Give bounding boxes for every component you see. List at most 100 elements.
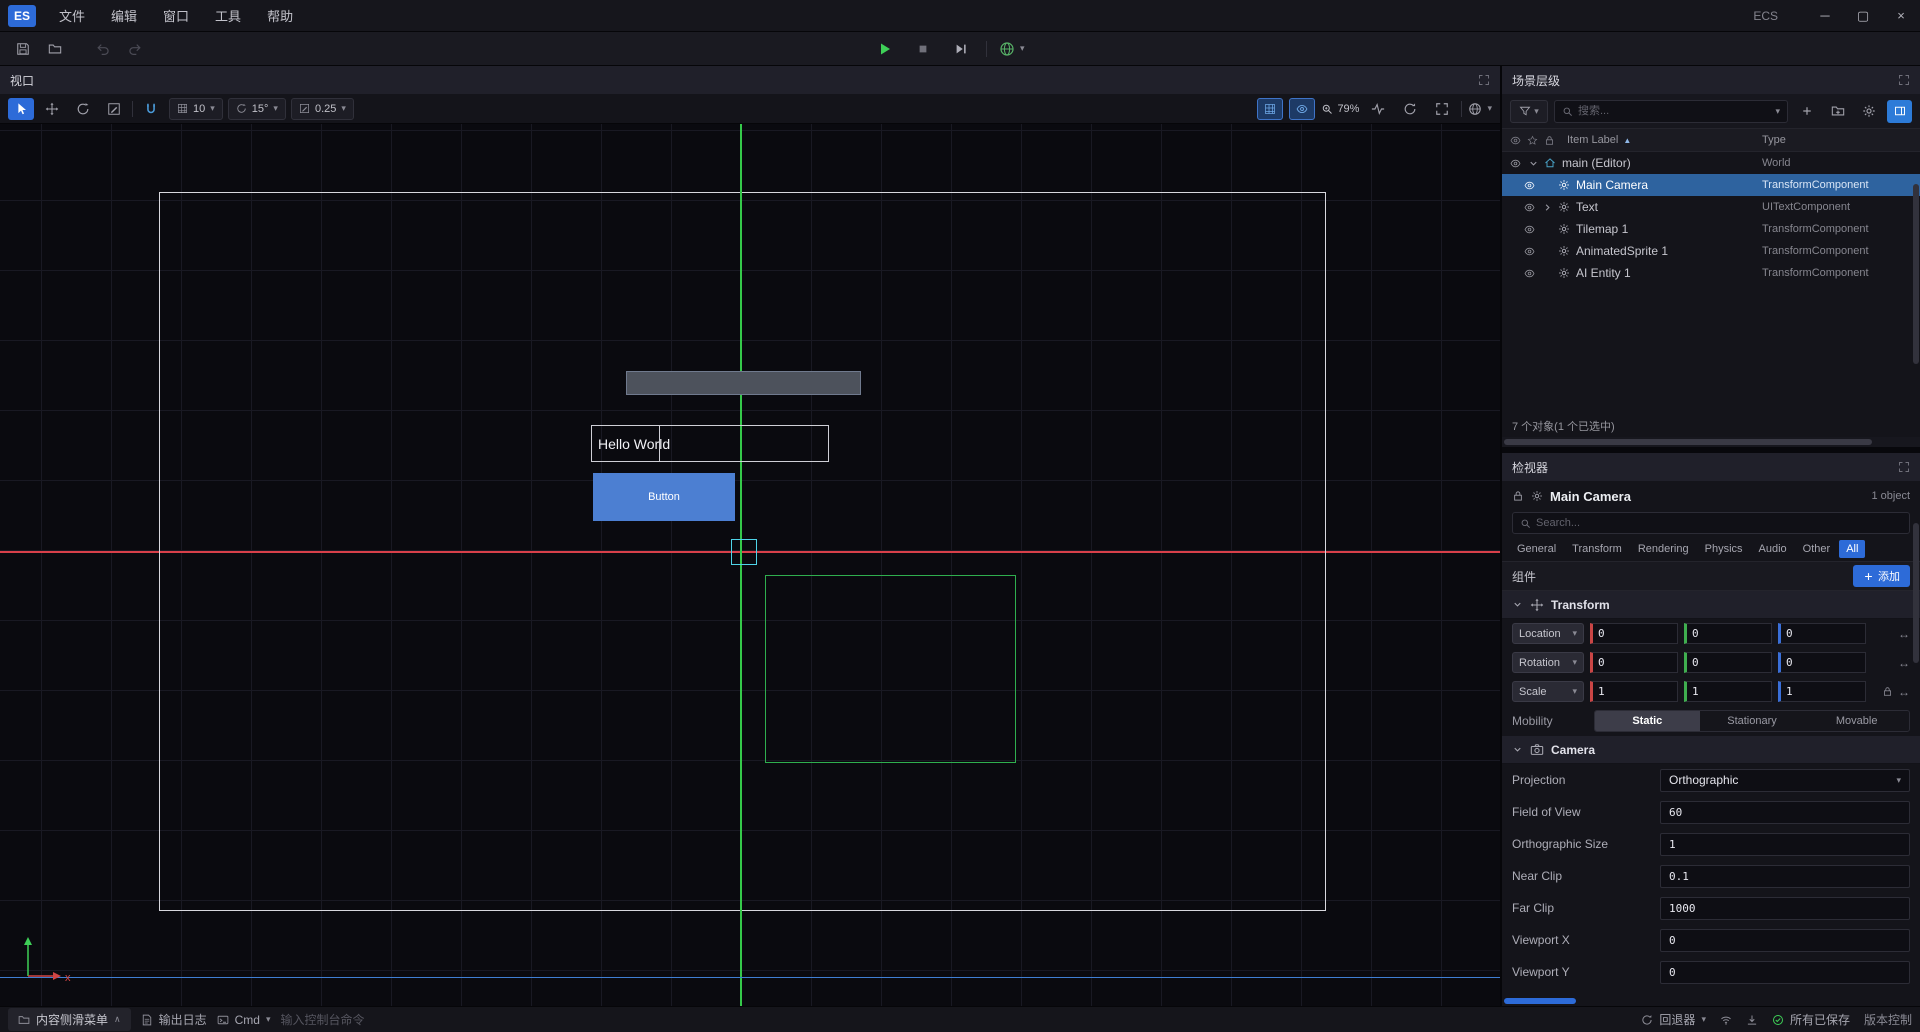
lock-scale-icon[interactable]: [1882, 686, 1893, 697]
fullscreen-button[interactable]: [1429, 98, 1455, 120]
scale-tool-button[interactable]: [101, 98, 127, 120]
inspector-search[interactable]: [1512, 512, 1910, 534]
transform-section-header[interactable]: Transform: [1502, 591, 1920, 619]
location-z-field[interactable]: [1778, 623, 1866, 644]
save-button[interactable]: [10, 37, 36, 61]
history-dropdown[interactable]: 回退器 ▾: [1641, 1011, 1706, 1028]
scale-z-field[interactable]: [1778, 681, 1866, 702]
platform-selector[interactable]: ▾: [999, 41, 1025, 57]
field-of-view-input[interactable]: [1661, 806, 1909, 819]
visibility-eye-icon[interactable]: [1524, 246, 1542, 257]
content-drawer-button[interactable]: 内容侧滑菜单 ∧: [8, 1008, 131, 1031]
rotation-z-field[interactable]: [1778, 652, 1866, 673]
expand-icon[interactable]: [1898, 74, 1910, 86]
mobility-stationary[interactable]: Stationary: [1700, 711, 1805, 731]
menu-tools[interactable]: 工具: [202, 0, 254, 31]
location-y-input[interactable]: [1687, 627, 1771, 640]
add-entity-button[interactable]: [1794, 100, 1819, 123]
scale-y-field[interactable]: [1684, 681, 1772, 702]
rotate-snap-dropdown[interactable]: 15° ▾: [228, 98, 286, 120]
hierarchy-row-text[interactable]: Text UITextComponent: [1502, 196, 1920, 218]
rotation-y-field[interactable]: [1684, 652, 1772, 673]
scale-y-input[interactable]: [1687, 685, 1771, 698]
link-axes-icon[interactable]: ↔: [1898, 685, 1910, 699]
mobility-movable[interactable]: Movable: [1804, 711, 1909, 731]
minimize-button[interactable]: ─: [1806, 0, 1844, 31]
visibility-button[interactable]: [1289, 98, 1315, 120]
tab-physics[interactable]: Physics: [1698, 540, 1750, 558]
menu-edit[interactable]: 编辑: [98, 0, 150, 31]
tab-transform[interactable]: Transform: [1565, 540, 1629, 558]
hierarchy-row-main-editor[interactable]: main (Editor) World: [1502, 152, 1920, 174]
gear-icon[interactable]: [1531, 490, 1543, 502]
text-widget[interactable]: Hello World: [591, 425, 829, 462]
hierarchy-horizontal-scrollbar[interactable]: [1502, 437, 1920, 447]
location-z-input[interactable]: [1781, 627, 1865, 640]
rotation-z-input[interactable]: [1781, 656, 1865, 669]
hierarchy-row-ai-entity-1[interactable]: AI Entity 1 TransformComponent: [1502, 262, 1920, 284]
near-clip-input[interactable]: [1661, 870, 1909, 883]
version-control-button[interactable]: 版本控制: [1864, 1011, 1912, 1028]
show-grid-button[interactable]: [1257, 98, 1283, 120]
download-icon[interactable]: [1746, 1014, 1758, 1026]
hierarchy-row-tilemap-1[interactable]: Tilemap 1 TransformComponent: [1502, 218, 1920, 240]
add-component-button[interactable]: 添加: [1853, 565, 1910, 587]
location-mode-dropdown[interactable]: Location ▾: [1512, 623, 1584, 644]
tab-all[interactable]: All: [1839, 540, 1865, 558]
undo-button[interactable]: [90, 37, 116, 61]
visibility-eye-icon[interactable]: [1524, 180, 1542, 191]
camera-section-header[interactable]: Camera: [1502, 736, 1920, 764]
scale-x-input[interactable]: [1593, 685, 1677, 698]
hierarchy-row-main-camera[interactable]: Main Camera TransformComponent: [1502, 174, 1920, 196]
viewport-world-dropdown[interactable]: ▾: [1468, 102, 1492, 116]
tab-general[interactable]: General: [1510, 540, 1563, 558]
menu-file[interactable]: 文件: [46, 0, 98, 31]
viewport-y-field[interactable]: [1660, 961, 1910, 984]
location-y-field[interactable]: [1684, 623, 1772, 644]
viewport-canvas[interactable]: Hello World Button x: [0, 124, 1500, 1006]
stats-button[interactable]: [1365, 98, 1391, 120]
output-log-button[interactable]: 输出日志: [141, 1011, 207, 1028]
eye-column-icon[interactable]: [1510, 135, 1527, 146]
stop-button[interactable]: [910, 37, 936, 61]
step-button[interactable]: [948, 37, 974, 61]
hierarchy-vertical-scrollbar[interactable]: [1913, 184, 1919, 364]
redo-button[interactable]: [122, 37, 148, 61]
maximize-button[interactable]: ▢: [1844, 0, 1882, 31]
visibility-eye-icon[interactable]: [1510, 158, 1528, 169]
rotation-mode-dropdown[interactable]: Rotation ▾: [1512, 652, 1584, 673]
lock-icon[interactable]: [1512, 490, 1524, 502]
play-button[interactable]: [872, 37, 898, 61]
filter-button[interactable]: ▾: [1510, 100, 1548, 123]
hierarchy-settings-button[interactable]: [1856, 100, 1881, 123]
save-status[interactable]: 所有已保存: [1772, 1011, 1850, 1028]
visibility-eye-icon[interactable]: [1524, 202, 1542, 213]
rotation-y-input[interactable]: [1687, 656, 1771, 669]
close-button[interactable]: ×: [1882, 0, 1920, 31]
scale-x-field[interactable]: [1590, 681, 1678, 702]
viewport-y-input[interactable]: [1661, 966, 1909, 979]
rotation-x-input[interactable]: [1593, 656, 1677, 669]
orthographic-size-input[interactable]: [1661, 838, 1909, 851]
tab-audio[interactable]: Audio: [1752, 540, 1794, 558]
chevron-right-icon[interactable]: [1542, 202, 1558, 213]
rotation-x-field[interactable]: [1590, 652, 1678, 673]
hierarchy-search[interactable]: ▾: [1554, 100, 1788, 123]
hierarchy-row-animatedsprite-1[interactable]: AnimatedSprite 1 TransformComponent: [1502, 240, 1920, 262]
menu-window[interactable]: 窗口: [150, 0, 202, 31]
zoom-control[interactable]: 79%: [1321, 103, 1359, 115]
star-column-icon[interactable]: [1527, 135, 1544, 146]
mobility-static[interactable]: Static: [1595, 711, 1700, 731]
grid-snap-dropdown[interactable]: 10 ▾: [169, 98, 223, 120]
snap-toggle-button[interactable]: [138, 98, 164, 120]
type-column[interactable]: Type: [1762, 134, 1920, 146]
selection-handle[interactable]: [731, 539, 757, 565]
network-icon[interactable]: [1720, 1014, 1732, 1026]
select-tool-button[interactable]: [8, 98, 34, 120]
expand-icon[interactable]: [1478, 74, 1490, 86]
panel-toggle-button[interactable]: [1887, 100, 1912, 123]
visibility-eye-icon[interactable]: [1524, 268, 1542, 279]
expand-icon[interactable]: [1898, 461, 1910, 473]
viewport-x-input[interactable]: [1661, 934, 1909, 947]
near-clip-field[interactable]: [1660, 865, 1910, 888]
